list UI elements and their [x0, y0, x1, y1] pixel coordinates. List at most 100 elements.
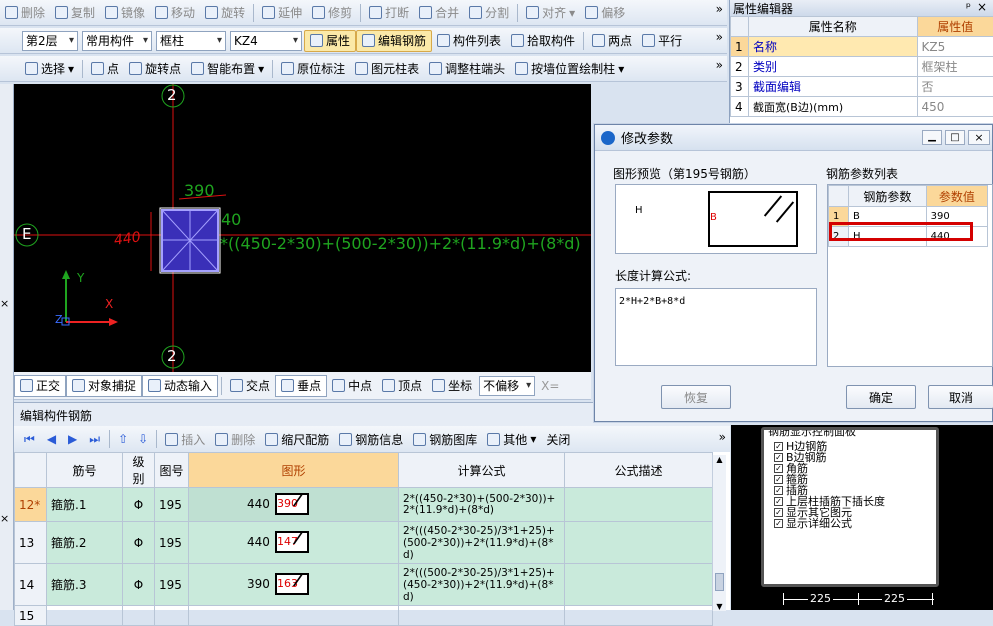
two-points-button[interactable]: 两点 — [587, 30, 637, 52]
property-value[interactable]: 框架柱 — [917, 57, 993, 77]
element-select[interactable]: 框柱 — [156, 31, 226, 51]
bar-no-cell[interactable]: 箍筋.2 — [47, 522, 123, 564]
grade-cell[interactable]: Φ — [123, 522, 155, 564]
formula-cell[interactable]: 2*(((500-2*30-25)/3*1+25)+ (450-2*30))+2… — [399, 564, 565, 606]
merge-tool[interactable]: 合并 — [414, 2, 464, 24]
close-icon[interactable]: × — [977, 0, 987, 14]
shape-no-cell[interactable]: 195 — [155, 522, 189, 564]
length-formula-box[interactable]: 2*H+2*B+8*d — [615, 288, 817, 366]
grade-cell[interactable] — [123, 606, 155, 626]
first-record-icon[interactable]: ⏮ — [24, 432, 35, 447]
rebar-info-button[interactable]: 钢筋信息 — [334, 428, 408, 450]
offset-mode-select[interactable]: 不偏移 — [479, 376, 535, 396]
property-value[interactable]: KZ5 — [917, 37, 993, 57]
property-row[interactable]: 2 类别 框架柱 — [731, 57, 993, 77]
shape-no-cell[interactable]: 195 — [155, 488, 189, 522]
description-cell[interactable] — [565, 564, 713, 606]
previous-record-icon[interactable]: ◀ — [47, 432, 56, 446]
point-button[interactable]: 点 — [86, 58, 124, 80]
scroll-thumb[interactable] — [715, 573, 724, 591]
select-button[interactable]: 选择▾ — [20, 58, 79, 80]
checkbox-icon[interactable]: ✓ — [774, 486, 783, 495]
length-formula-value[interactable]: 2*H+2*B+8*d — [619, 296, 685, 307]
option-show-detailed-formula[interactable]: ✓显示详细公式 — [774, 518, 936, 529]
shape-cell[interactable]: 440 390 — [189, 488, 399, 522]
rotate-tool[interactable]: 旋转 — [200, 2, 250, 24]
midpoint-snap[interactable]: 中点 — [327, 375, 377, 397]
component-name-select[interactable]: KZ4 — [230, 31, 302, 51]
checkbox-icon[interactable]: ✓ — [774, 475, 783, 484]
shape-cell[interactable] — [189, 606, 399, 626]
ok-button[interactable]: 确定 — [846, 385, 916, 409]
floor-select[interactable]: 第2层 — [22, 31, 78, 51]
table-row[interactable]: 15 — [15, 606, 713, 626]
cancel-button[interactable]: 取消 — [928, 385, 993, 409]
dimension-label-width[interactable]: 390 — [184, 181, 215, 200]
shape-left-value[interactable]: 390 — [247, 577, 270, 591]
formula-cell[interactable]: 2*(((450-2*30-25)/3*1+25)+ (500-2*30))+2… — [399, 522, 565, 564]
pin-icon[interactable]: ᵖ — [966, 0, 971, 14]
ortho-toggle[interactable]: 正交 — [14, 375, 66, 397]
offset-tool[interactable]: 偏移 — [580, 2, 630, 24]
element-table-button[interactable]: 图元柱表 — [350, 58, 424, 80]
checkbox-icon[interactable]: ✓ — [774, 464, 783, 473]
bar-no-cell[interactable]: 箍筋.1 — [47, 488, 123, 522]
property-row[interactable]: 1 名称 KZ5 — [731, 37, 993, 57]
property-row[interactable]: 4 截面宽(B边)(mm) 450 — [731, 97, 993, 117]
align-tool[interactable]: 对齐▾ — [521, 2, 580, 24]
bar-no-cell[interactable] — [47, 606, 123, 626]
description-cell[interactable] — [565, 522, 713, 564]
property-value[interactable]: 否 — [917, 77, 993, 97]
table-row[interactable]: 13 箍筋.2 Φ 195 440 147 2*(((450-2*30-25)/… — [15, 522, 713, 564]
checkbox-icon[interactable]: ✓ — [774, 497, 783, 506]
toolbar-overflow-button[interactable]: » — [719, 430, 726, 444]
checkbox-icon[interactable]: ✓ — [774, 442, 783, 451]
smart-layout-button[interactable]: 智能布置▾ — [186, 58, 269, 80]
toolbar-overflow-button[interactable]: » — [716, 30, 723, 44]
dimension-label-side[interactable]: 40 — [221, 210, 241, 229]
checkbox-icon[interactable]: ✓ — [774, 453, 783, 462]
split-tool[interactable]: 分割 — [464, 2, 514, 24]
restore-button[interactable]: 恢复 — [661, 385, 731, 409]
shape-left-value[interactable]: 440 — [247, 535, 270, 549]
property-value[interactable]: 450 — [917, 97, 993, 117]
copy-tool[interactable]: 复制 — [50, 2, 100, 24]
grade-cell[interactable]: Φ — [123, 488, 155, 522]
draw-by-wall-button[interactable]: 按墙位置绘制柱▾ — [510, 58, 629, 80]
close-icon[interactable]: × — [968, 130, 990, 145]
in-situ-label-button[interactable]: 原位标注 — [276, 58, 350, 80]
grade-cell[interactable]: Φ — [123, 564, 155, 606]
object-snap-toggle[interactable]: 对象捕捉 — [66, 375, 142, 397]
other-menu-button[interactable]: 其他▾ — [482, 428, 541, 450]
checkbox-icon[interactable]: ✓ — [774, 508, 783, 517]
properties-button[interactable]: 属性 — [304, 30, 356, 52]
shape-cell[interactable]: 440 147 — [189, 522, 399, 564]
component-type-select[interactable]: 常用构件 — [82, 31, 152, 51]
toolbar-overflow-button[interactable]: » — [716, 2, 723, 16]
close-icon[interactable]: × — [0, 297, 9, 310]
pick-component-button[interactable]: 拾取构件 — [506, 30, 580, 52]
mirror-tool[interactable]: 镜像 — [100, 2, 150, 24]
extend-tool[interactable]: 延伸 — [257, 2, 307, 24]
rebar-library-button[interactable]: 钢筋图库 — [408, 428, 482, 450]
edit-rebar-button[interactable]: 编辑钢筋 — [356, 30, 432, 52]
scale-rebar-button[interactable]: 缩尺配筋 — [260, 428, 334, 450]
property-row[interactable]: 3 截面编辑 否 — [731, 77, 993, 97]
intersection-snap[interactable]: 交点 — [225, 375, 275, 397]
perpendicular-snap[interactable]: 垂点 — [275, 375, 327, 397]
last-record-icon[interactable]: ⏭ — [89, 432, 100, 447]
shape-no-cell[interactable]: 195 — [155, 564, 189, 606]
close-editor-button[interactable]: 关闭 — [541, 428, 575, 450]
bar-no-cell[interactable]: 箍筋.3 — [47, 564, 123, 606]
vertical-scrollbar[interactable]: ▲ ▼ — [712, 455, 726, 611]
move-tool[interactable]: 移动 — [150, 2, 200, 24]
delete-tool[interactable]: 删除 — [0, 2, 50, 24]
description-cell[interactable] — [565, 606, 713, 626]
shape-no-cell[interactable] — [155, 606, 189, 626]
formula-cell[interactable]: 2*((450-2*30)+(500-2*30))+ 2*(11.9*d)+(8… — [399, 488, 565, 522]
maximize-icon[interactable]: □ — [945, 130, 965, 145]
scroll-up-icon[interactable]: ▲ — [713, 455, 726, 464]
table-row[interactable]: 14 箍筋.3 Φ 195 390 163 2*(((500-2*30-25)/… — [15, 564, 713, 606]
insert-button[interactable]: 插入 — [160, 428, 210, 450]
checkbox-icon[interactable]: ✓ — [774, 519, 783, 528]
